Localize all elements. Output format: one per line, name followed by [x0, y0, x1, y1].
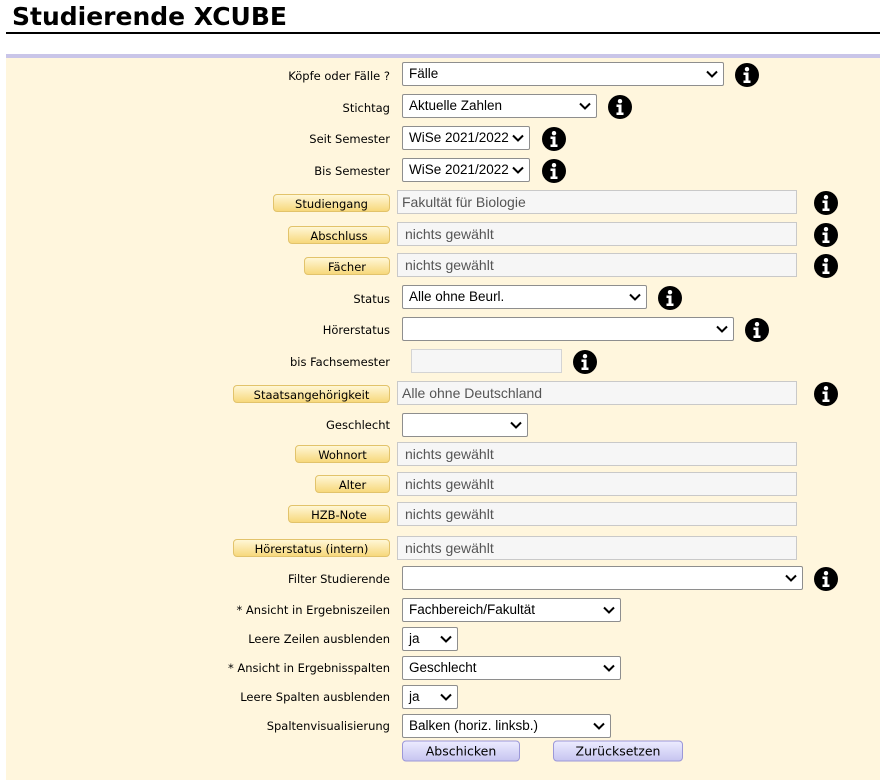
label-bis-fachsemester: bis Fachsemester [289, 355, 390, 369]
ansicht-ergebniszeilen-select[interactable]: Fachbereich/Fakultät [402, 598, 621, 622]
label-leere-spalten: Leere Spalten ausblenden [240, 690, 390, 704]
info-circle-icon[interactable] [541, 126, 567, 152]
chevron-down-icon [706, 63, 718, 85]
status-value: Alle ohne Beurl. [409, 289, 505, 304]
label-seit-semester: Seit Semester [309, 132, 390, 146]
seit-semester-value: WiSe 2021/2022 [409, 130, 509, 145]
label-bis-semester: Bis Semester [314, 164, 390, 178]
hzb-note-button[interactable]: HZB-Note [288, 505, 390, 523]
chevron-down-icon [510, 414, 522, 436]
seit-semester-select[interactable]: WiSe 2021/2022 [402, 126, 530, 150]
chevron-down-icon [716, 318, 728, 340]
label-stichtag: Stichtag [342, 101, 390, 115]
leere-zeilen-select[interactable]: ja [402, 627, 458, 651]
info-circle-icon[interactable] [813, 381, 839, 407]
label-filter-studierende: Filter Studierende [287, 572, 390, 586]
info-circle-icon[interactable] [813, 222, 839, 248]
info-circle-icon[interactable] [734, 62, 760, 88]
spaltenvisualisierung-value: Balken (horiz. linksb.) [409, 718, 539, 733]
abschluss-field[interactable]: nichts gewählt [397, 222, 797, 246]
stichtag-value: Aktuelle Zahlen [409, 98, 503, 113]
label-ansicht-ergebniszeilen: * Ansicht in Ergebniszeilen [236, 603, 390, 617]
chevron-down-icon [440, 628, 452, 650]
ansicht-ergebnisspalten-value: Geschlecht [409, 660, 477, 675]
chevron-down-icon [603, 657, 615, 679]
info-circle-icon[interactable] [813, 253, 839, 279]
studiengang-field[interactable]: Fakultät für Biologie [397, 190, 797, 214]
info-circle-icon[interactable] [813, 566, 839, 592]
faecher-button[interactable]: Fächer [304, 257, 390, 275]
leere-zeilen-value: ja [409, 631, 420, 646]
chevron-down-icon [440, 686, 452, 708]
info-circle-icon[interactable] [813, 190, 839, 216]
info-circle-icon[interactable] [541, 158, 567, 184]
alter-button[interactable]: Alter [315, 475, 390, 493]
wohnort-button[interactable]: Wohnort [295, 445, 390, 463]
label-ansicht-ergebnisspalten: * Ansicht in Ergebnisspalten [227, 661, 390, 675]
hoererstatus-select[interactable] [402, 317, 734, 341]
hzb-note-field[interactable]: nichts gewählt [397, 502, 797, 526]
label-leere-zeilen: Leere Zeilen ausblenden [248, 632, 390, 646]
abschluss-button[interactable]: Abschluss [288, 226, 390, 244]
ansicht-ergebnisspalten-select[interactable]: Geschlecht [402, 656, 621, 680]
chevron-down-icon [579, 95, 591, 117]
chevron-down-icon [603, 599, 615, 621]
bis-semester-select[interactable]: WiSe 2021/2022 [402, 158, 530, 182]
bis-fachsemester-input[interactable] [411, 349, 562, 373]
info-circle-icon[interactable] [572, 349, 598, 375]
chevron-down-icon [512, 159, 524, 181]
koepfe-oder-faelle-value: Fälle [409, 66, 439, 81]
chevron-down-icon [629, 286, 641, 308]
reset-button[interactable]: Zurücksetzen [553, 740, 683, 762]
chevron-down-icon [593, 715, 605, 737]
alter-field[interactable]: nichts gewählt [397, 472, 797, 496]
leere-spalten-value: ja [409, 689, 420, 704]
label-koepfe-oder-faelle: Köpfe oder Fälle ? [288, 69, 390, 83]
bis-semester-value: WiSe 2021/2022 [409, 162, 509, 177]
ansicht-ergebniszeilen-value: Fachbereich/Fakultät [409, 602, 536, 617]
info-circle-icon[interactable] [744, 317, 770, 343]
spaltenvisualisierung-select[interactable]: Balken (horiz. linksb.) [402, 714, 611, 738]
page-title: Studierende XCUBE [12, 2, 287, 31]
geschlecht-select[interactable] [402, 413, 528, 437]
koepfe-oder-faelle-select[interactable]: Fälle [402, 62, 724, 86]
label-status: Status [353, 292, 390, 306]
staatsangehoerigkeit-button[interactable]: Staatsangehörigkeit [233, 385, 390, 403]
studiengang-button[interactable]: Studiengang [273, 194, 390, 212]
filter-studierende-select[interactable] [402, 566, 803, 590]
label-geschlecht: Geschlecht [326, 418, 390, 432]
label-hoererstatus: Hörerstatus [322, 323, 390, 337]
status-select[interactable]: Alle ohne Beurl. [402, 285, 647, 309]
title-divider [6, 32, 880, 34]
staatsangehoerigkeit-field[interactable]: Alle ohne Deutschland [397, 381, 797, 405]
chevron-down-icon [785, 567, 797, 589]
chevron-down-icon [512, 127, 524, 149]
hoererstatus-intern-field[interactable]: nichts gewählt [397, 536, 797, 560]
label-spaltenvisualisierung: Spaltenvisualisierung [266, 719, 390, 733]
faecher-field[interactable]: nichts gewählt [397, 253, 797, 277]
submit-button[interactable]: Abschicken [402, 740, 520, 762]
stichtag-select[interactable]: Aktuelle Zahlen [402, 94, 597, 118]
hoererstatus-intern-button[interactable]: Hörerstatus (intern) [233, 539, 390, 557]
wohnort-field[interactable]: nichts gewählt [397, 442, 797, 466]
info-circle-icon[interactable] [657, 285, 683, 311]
leere-spalten-select[interactable]: ja [402, 685, 458, 709]
info-circle-icon[interactable] [607, 94, 633, 120]
